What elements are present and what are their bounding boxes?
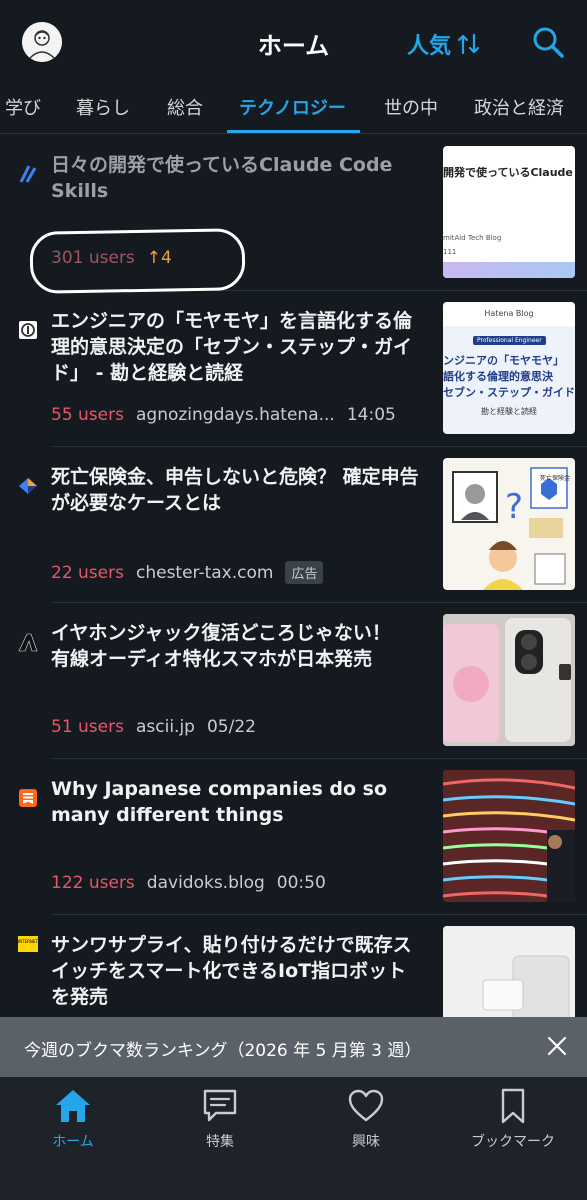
close-icon[interactable]: [546, 1035, 568, 1057]
page-title: ホーム: [257, 32, 330, 60]
thumbnail-line: ンジニアの「モヤモヤ」: [443, 354, 564, 367]
nav-label: ホーム: [52, 1134, 94, 1150]
nav-label: 興味: [352, 1134, 380, 1150]
active-tab-indicator: [227, 130, 360, 133]
search-icon: [533, 27, 564, 58]
entry-title[interactable]: Why Japanese companies do so many differ…: [51, 776, 421, 828]
ascii-favicon-icon: [18, 633, 38, 652]
site-favicon-icon: [19, 165, 37, 183]
substack-favicon-icon: [19, 789, 37, 807]
list-item[interactable]: エンジニアの「モヤモヤ」を言語化する倫理的意思決定の「セブン・ステップ・ガイド」…: [0, 290, 587, 446]
sort-arrows-icon: [457, 33, 480, 55]
list-item[interactable]: 死亡保険金、申告しないと危険？ 確定申告が必要なケースとは 22 users c…: [0, 446, 587, 602]
tab-sougou[interactable]: 総合: [167, 94, 203, 120]
divider: [51, 446, 587, 447]
cables-photo: [443, 770, 575, 902]
entry-thumbnail[interactable]: [443, 926, 575, 1026]
divider: [51, 758, 587, 759]
bookmark-count[interactable]: 122 users: [51, 873, 135, 893]
thumbnail-badge: Professional Engineer: [473, 336, 546, 345]
nav-label: 特集: [206, 1134, 234, 1150]
sort-button[interactable]: 人気: [407, 28, 481, 60]
svg-text:?: ?: [505, 487, 523, 527]
entry-title[interactable]: サンワサプライ、貼り付けるだけで既存スイッチをスマート化できるIoT指ロボットを…: [51, 932, 421, 1010]
nav-label: ブックマーク: [471, 1134, 555, 1150]
switchbot-photo: [443, 926, 575, 1026]
tab-yononaka[interactable]: 世の中: [384, 94, 438, 120]
thumbnail-date: 111: [443, 248, 457, 256]
entry-thumbnail[interactable]: [443, 770, 575, 902]
banner-text[interactable]: 今週のブクマ数ランキング（2026 年 5 月第 3 週）: [24, 1036, 421, 1061]
annotation-circle: [29, 228, 246, 294]
search-button[interactable]: [530, 24, 566, 60]
entry-time: 00:50: [276, 873, 326, 893]
entry-meta: 51 users ascii.jp 05/22: [51, 717, 256, 737]
bookmark-count[interactable]: 51 users: [51, 717, 124, 737]
app-header: ホーム 人気: [0, 0, 587, 82]
thumbnail-blog-name: Hatena Blog: [443, 302, 575, 326]
favicon-text: INTERNET Watch: [18, 939, 38, 944]
thumbnail-bar: [443, 262, 575, 278]
entry-time: 05/22: [206, 717, 256, 737]
entry-domain[interactable]: agnozingdays.hatena...: [136, 405, 335, 425]
tab-kurashi[interactable]: 暮らし: [76, 94, 130, 120]
ranking-banner[interactable]: 今週のブクマ数ランキング（2026 年 5 月第 3 週）: [0, 1017, 587, 1077]
thumbnail-line: セブン・ステップ・ガイド: [443, 386, 575, 399]
entry-meta: 55 users agnozingdays.hatena... 14:05: [51, 405, 396, 425]
entry-meta: 122 users davidoks.blog 00:50: [51, 873, 326, 893]
home-icon: [56, 1090, 90, 1122]
entry-domain[interactable]: davidoks.blog: [147, 873, 265, 893]
divider: [51, 914, 587, 915]
list-item[interactable]: Why Japanese companies do so many differ…: [0, 758, 587, 914]
hatena-blog-favicon-icon: [19, 321, 37, 339]
list-item[interactable]: イヤホンジャック復活どころじゃない！ 有線オーディオ特化スマホが日本発売 51 …: [0, 602, 587, 758]
thumbnail-footer: 勘と経験と読経: [481, 407, 537, 416]
sort-label: 人気: [407, 34, 452, 59]
nav-interests[interactable]: 興味: [306, 1087, 426, 1151]
tab-manabi[interactable]: 学び: [5, 94, 41, 120]
entry-domain[interactable]: ascii.jp: [136, 717, 195, 737]
entry-meta: 22 users chester-tax.com 広告: [51, 561, 324, 584]
entry-title[interactable]: 日々の開発で使っているClaude Code Skills: [51, 152, 421, 204]
category-tabs: 学び 暮らし 総合 テクノロジー 世の中 政治と経済: [0, 82, 587, 134]
nav-featured[interactable]: 特集: [160, 1087, 280, 1151]
internet-watch-favicon-icon: INTERNET Watch: [18, 936, 38, 952]
entry-title[interactable]: イヤホンジャック復活どころじゃない！ 有線オーディオ特化スマホが日本発売: [51, 620, 421, 672]
tab-politics-economy[interactable]: 政治と経済: [474, 94, 564, 120]
ad-badge: 広告: [285, 561, 324, 584]
entry-domain[interactable]: chester-tax.com: [136, 563, 273, 583]
bottom-navigation: ホーム 特集 興味 ブックマーク: [0, 1077, 587, 1200]
thumbnail-blog: mitAid Tech Blog: [443, 234, 502, 242]
entry-thumbnail[interactable]: 開発で使っているClaude C mitAid Tech Blog 111: [443, 146, 575, 278]
divider: [51, 602, 587, 603]
bookmark-count[interactable]: 55 users: [51, 405, 124, 425]
entry-title[interactable]: 死亡保険金、申告しないと危険？ 確定申告が必要なケースとは: [51, 464, 421, 516]
bookmark-icon: [501, 1088, 525, 1124]
entry-time: 14:05: [346, 405, 396, 425]
entry-title[interactable]: エンジニアの「モヤモヤ」を言語化する倫理的意思決定の「セブン・ステップ・ガイド」…: [51, 308, 421, 386]
entry-thumbnail[interactable]: ? 死亡保険金: [443, 458, 575, 590]
heart-icon: [348, 1089, 384, 1122]
bookmark-count[interactable]: 22 users: [51, 563, 124, 583]
chester-favicon-icon: [19, 478, 37, 494]
entry-thumbnail[interactable]: Hatena Blog Professional Engineer ンジニアの「…: [443, 302, 575, 434]
smartphone-photo: [443, 614, 575, 746]
thumbnail-label: 死亡保険金: [540, 475, 571, 482]
chat-bubble-icon: [203, 1089, 237, 1122]
thumbnail-line: 語化する倫理的意思決: [443, 370, 553, 383]
thumbnail-title: 開発で使っているClaude C: [443, 166, 575, 179]
entry-thumbnail[interactable]: [443, 614, 575, 746]
nav-home[interactable]: ホーム: [13, 1087, 133, 1151]
tab-technology[interactable]: テクノロジー: [239, 94, 346, 120]
nav-bookmarks[interactable]: ブックマーク: [453, 1087, 573, 1151]
